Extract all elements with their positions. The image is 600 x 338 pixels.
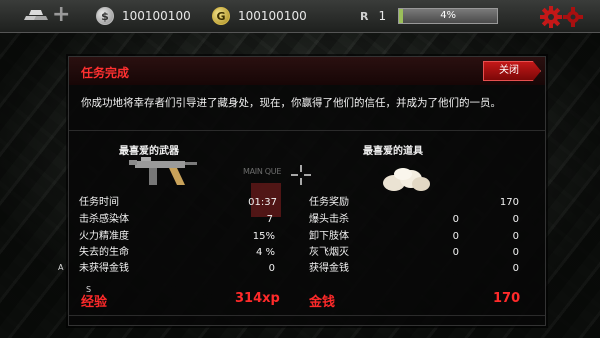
stat-label-headshots: 爆头击杀 [309, 214, 349, 225]
xp-total-label: 经验 [81, 295, 108, 310]
stat-label-money-missed: 未获得金钱 [79, 263, 129, 274]
silver-coin-icon: $ [96, 7, 114, 25]
favorite-item-label: 最喜爱的道具 [363, 146, 423, 157]
gold-currency: G 100100100 [212, 5, 307, 27]
stat-label-accuracy: 火力精准度 [79, 231, 129, 242]
divider [69, 130, 545, 131]
stat-value-mission-time: 01:37 [248, 197, 277, 208]
plus-icon[interactable]: + [52, 4, 70, 26]
stat-value-incinerated: 0 [512, 247, 519, 258]
stat-label-mission-reward: 任务奖励 [309, 197, 349, 208]
gold-amount: 100100100 [238, 9, 307, 23]
crosshair-icon [291, 165, 311, 185]
rank-value: 1 [378, 9, 387, 23]
silver-amount: 100100100 [122, 9, 191, 23]
money-total-value: 170 [493, 291, 521, 306]
stat-label-mission-time: 任务时间 [79, 197, 119, 208]
stat-value-money-earned: 0 [512, 263, 519, 274]
stat-label-infected-killed: 击杀感染体 [79, 214, 129, 225]
stat-value-mission-reward: 170 [499, 197, 519, 208]
stat-label-dismembered: 卸下肢体 [309, 231, 349, 242]
stat-mid-dismembered: 0 [452, 231, 459, 242]
stat-mid-incinerated: 0 [452, 247, 459, 258]
silver-currency: $ 100100100 [96, 5, 191, 27]
xp-total-value: 314xp [235, 291, 280, 306]
stat-value-infected-killed: 7 [266, 214, 273, 225]
stat-label-lives-lost: 失去的生命 [79, 247, 129, 258]
stat-label-incinerated: 灰飞烟灭 [309, 247, 349, 258]
stat-value-money-missed: 0 [268, 263, 275, 274]
silver-bars-icon[interactable] [24, 8, 48, 22]
stat-value-lives-lost: 4 % [255, 247, 275, 258]
main-quest-label: MAIN QUE [243, 167, 282, 176]
side-marker-s: S [86, 285, 92, 294]
mission-complete-dialog: 任务完成 关闭 你成功地将幸存者们引导进了藏身处，现在，你赢得了他们的信任，并成… [68, 56, 546, 326]
close-button[interactable]: 关闭 [483, 61, 541, 81]
stat-value-dismembered: 0 [512, 231, 519, 242]
stat-value-accuracy: 15% [252, 231, 275, 242]
stat-label-money-earned: 获得金钱 [309, 263, 349, 274]
mission-description: 你成功地将幸存者们引导进了藏身处，现在，你赢得了他们的信任，并成为了他们的一员。 [81, 97, 501, 109]
submachine-gun-icon [129, 157, 197, 185]
bottom-divider [69, 315, 545, 316]
dialog-title-bar: 任务完成 关闭 [69, 57, 545, 85]
bread-rolls-icon [383, 168, 430, 191]
dialog-title: 任务完成 [81, 66, 130, 80]
settings-gear-small-icon[interactable] [560, 4, 586, 30]
stat-mid-headshots: 0 [452, 214, 459, 225]
stat-value-headshots: 0 [512, 214, 519, 225]
money-total-label: 金钱 [309, 295, 336, 310]
rank-display: R 1 4% [360, 5, 499, 27]
rank-icon: R [360, 9, 369, 23]
xp-percent-text: 4% [440, 10, 457, 21]
xp-progress-bar: 4% [398, 8, 499, 24]
side-marker-a: A [58, 263, 64, 272]
top-hud: + $ 100100100 G 100100100 R 1 4% [0, 0, 600, 33]
gold-coin-icon: G [212, 7, 230, 25]
